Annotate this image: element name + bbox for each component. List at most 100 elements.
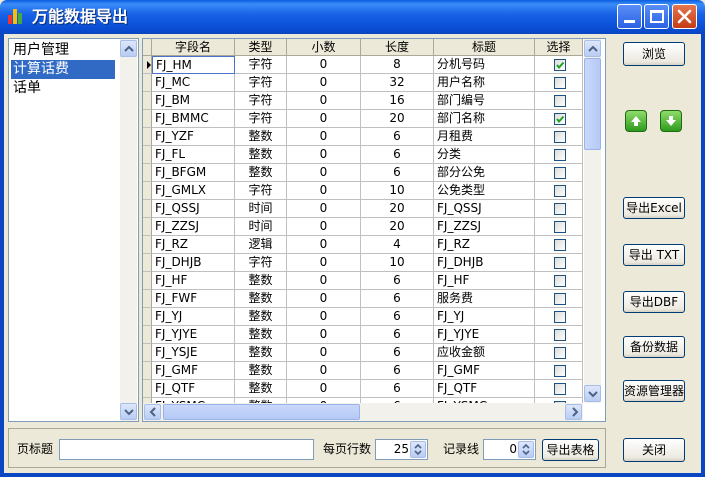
row-indicator[interactable] (143, 164, 152, 182)
row-indicator[interactable] (143, 128, 152, 146)
move-down-button[interactable] (660, 110, 682, 132)
field-name-cell[interactable]: FJ_FL (152, 146, 235, 164)
decimals-cell[interactable]: 0 (287, 92, 361, 110)
title-cell[interactable]: 部门编号 (434, 92, 535, 110)
row-indicator[interactable] (143, 92, 152, 110)
select-cell[interactable] (535, 146, 583, 164)
length-cell[interactable]: 10 (361, 182, 434, 200)
select-cell[interactable] (535, 326, 583, 344)
column-header[interactable]: 标题 (434, 39, 535, 56)
field-name-cell[interactable]: FJ_QSSJ (152, 200, 235, 218)
column-header[interactable]: 选择 (535, 39, 583, 56)
row-indicator[interactable] (143, 272, 152, 290)
length-cell[interactable]: 4 (361, 236, 434, 254)
row-indicator[interactable] (143, 218, 152, 236)
type-cell[interactable]: 时间 (235, 200, 287, 218)
field-name-cell[interactable]: FJ_BFGM (152, 164, 235, 182)
table-row[interactable]: FJ_YZF 整数 0 6 月租费 (143, 128, 583, 146)
select-checkbox[interactable] (554, 59, 566, 71)
type-cell[interactable]: 整数 (235, 290, 287, 308)
type-cell[interactable]: 逻辑 (235, 236, 287, 254)
select-cell[interactable] (535, 110, 583, 128)
field-name-cell[interactable]: FJ_HM (152, 56, 235, 74)
export-dbf-button[interactable]: 导出DBF (623, 291, 685, 313)
select-cell[interactable] (535, 200, 583, 218)
decimals-cell[interactable]: 0 (287, 164, 361, 182)
title-cell[interactable]: 月租费 (434, 128, 535, 146)
type-cell[interactable]: 字符 (235, 110, 287, 128)
select-cell[interactable] (535, 362, 583, 380)
title-cell[interactable]: FJ_YJYE (434, 326, 535, 344)
table-row[interactable]: FJ_HM 字符 0 8 分机号码 (143, 56, 583, 74)
field-name-cell[interactable]: FJ_BMMC (152, 110, 235, 128)
select-cell[interactable] (535, 56, 583, 74)
length-cell[interactable]: 6 (361, 362, 434, 380)
record-line-stepper[interactable] (518, 441, 534, 458)
title-cell[interactable]: 部门名称 (434, 110, 535, 128)
column-header[interactable]: 长度 (361, 39, 434, 56)
row-indicator[interactable] (143, 380, 152, 398)
field-name-cell[interactable]: FJ_GMF (152, 362, 235, 380)
select-cell[interactable] (535, 254, 583, 272)
decimals-cell[interactable]: 0 (287, 380, 361, 398)
decimals-cell[interactable]: 0 (287, 236, 361, 254)
table-row[interactable]: FJ_BFGM 整数 0 6 部分公免 (143, 164, 583, 182)
field-name-cell[interactable]: FJ_MC (152, 74, 235, 92)
decimals-cell[interactable]: 0 (287, 128, 361, 146)
export-excel-button[interactable]: 导出Excel (623, 197, 685, 219)
select-checkbox[interactable] (554, 203, 566, 215)
table-list-item[interactable]: 用户管理 (11, 41, 115, 60)
decimals-cell[interactable]: 0 (287, 110, 361, 128)
backup-data-button[interactable]: 备份数据 (623, 336, 685, 358)
table-row[interactable]: FJ_GMF 整数 0 6 FJ_GMF (143, 362, 583, 380)
select-cell[interactable] (535, 92, 583, 110)
length-cell[interactable]: 16 (361, 92, 434, 110)
select-checkbox[interactable] (554, 293, 566, 305)
select-checkbox[interactable] (554, 365, 566, 377)
type-cell[interactable]: 字符 (235, 56, 287, 74)
length-cell[interactable]: 6 (361, 128, 434, 146)
decimals-cell[interactable]: 0 (287, 272, 361, 290)
column-header[interactable]: 小数 (287, 39, 361, 56)
table-row[interactable]: FJ_GMLX 字符 0 10 公免类型 (143, 182, 583, 200)
select-checkbox[interactable] (554, 329, 566, 341)
table-list-item[interactable]: 计算话费 (11, 60, 115, 79)
select-cell[interactable] (535, 164, 583, 182)
row-indicator[interactable] (143, 146, 152, 164)
title-cell[interactable]: FJ_ZZSJ (434, 218, 535, 236)
length-cell[interactable]: 6 (361, 164, 434, 182)
decimals-cell[interactable]: 0 (287, 326, 361, 344)
decimals-cell[interactable]: 0 (287, 146, 361, 164)
length-cell[interactable]: 6 (361, 290, 434, 308)
decimals-cell[interactable]: 0 (287, 308, 361, 326)
type-cell[interactable]: 整数 (235, 326, 287, 344)
select-checkbox[interactable] (554, 257, 566, 269)
title-cell[interactable]: FJ_HF (434, 272, 535, 290)
rows-per-page-stepper[interactable] (410, 441, 426, 458)
row-indicator[interactable] (143, 254, 152, 272)
select-checkbox[interactable] (554, 221, 566, 233)
select-cell[interactable] (535, 218, 583, 236)
select-checkbox[interactable] (554, 383, 566, 395)
decimals-cell[interactable]: 0 (287, 182, 361, 200)
title-cell[interactable]: FJ_GMF (434, 362, 535, 380)
select-checkbox[interactable] (554, 311, 566, 323)
length-cell[interactable]: 6 (361, 380, 434, 398)
select-cell[interactable] (535, 236, 583, 254)
type-cell[interactable]: 整数 (235, 362, 287, 380)
title-bar[interactable]: 万能数据导出 (0, 0, 705, 34)
select-checkbox[interactable] (554, 149, 566, 161)
field-name-cell[interactable]: FJ_QTF (152, 380, 235, 398)
table-row[interactable]: FJ_RZ 逻辑 0 4 FJ_RZ (143, 236, 583, 254)
grid-scroll-right-button[interactable] (565, 404, 582, 420)
table-row[interactable]: FJ_HF 整数 0 6 FJ_HF (143, 272, 583, 290)
explorer-button[interactable]: 资源管理器 (623, 380, 685, 402)
row-indicator[interactable] (143, 200, 152, 218)
select-cell[interactable] (535, 128, 583, 146)
table-list-scrollbar[interactable] (120, 39, 137, 421)
row-indicator[interactable] (143, 326, 152, 344)
field-name-cell[interactable]: FJ_RZ (152, 236, 235, 254)
select-checkbox[interactable] (554, 239, 566, 251)
row-indicator[interactable] (143, 236, 152, 254)
type-cell[interactable]: 字符 (235, 254, 287, 272)
